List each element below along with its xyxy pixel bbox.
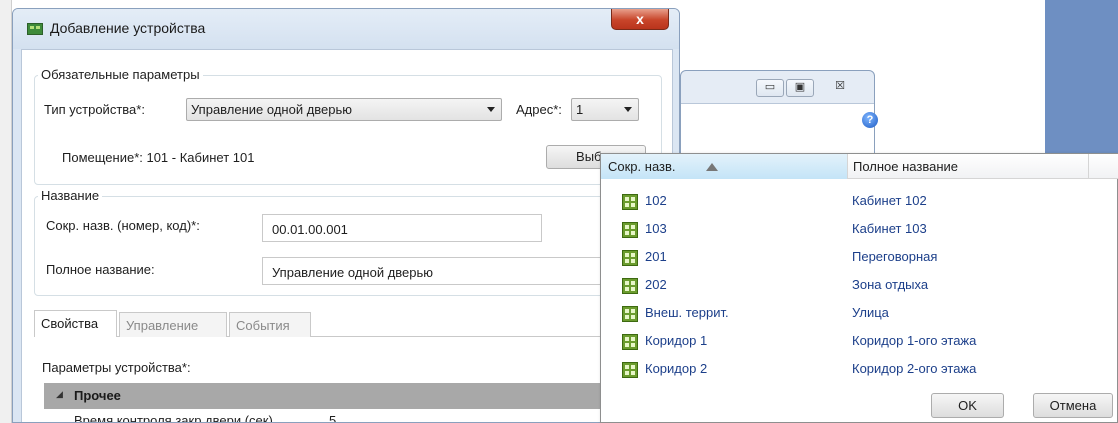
- table-row[interactable]: Внеш. террит. Улица: [601, 300, 1118, 328]
- tab-properties[interactable]: Свойства: [34, 310, 117, 337]
- column-header-full[interactable]: Полное название: [849, 154, 1089, 179]
- room-full-name: Улица: [852, 305, 889, 320]
- device-type-label: Тип устройства*:: [44, 102, 145, 117]
- table-row[interactable]: 102 Кабинет 102: [601, 188, 1118, 216]
- room-icon: [622, 334, 638, 350]
- address-label: Адрес*:: [516, 102, 562, 117]
- column-header-full-label: Полное название: [853, 159, 959, 174]
- column-header-short-label: Сокр. назв.: [608, 159, 676, 174]
- background-window-edge: [0, 0, 12, 423]
- room-full-name: Коридор 2-ого этажа: [852, 361, 977, 376]
- room-short-name: 102: [645, 193, 667, 208]
- room-short-name: Коридор 2: [645, 361, 708, 376]
- room-icon: [622, 278, 638, 294]
- close-icon: ☒: [835, 80, 845, 92]
- device-params-label: Параметры устройства*:: [42, 360, 191, 375]
- address-value: 1: [576, 102, 584, 117]
- device-type-value: Управление одной дверью: [191, 102, 353, 117]
- name-legend: Название: [38, 188, 103, 203]
- room-icon: [622, 250, 638, 266]
- room-icon: [622, 194, 638, 210]
- close-button[interactable]: ☒: [826, 79, 854, 97]
- room-icon: [622, 222, 638, 238]
- full-name-label: Полное название:: [46, 262, 155, 277]
- table-row[interactable]: 103 Кабинет 103: [601, 216, 1118, 244]
- dialog-client-area: Обязательные параметры Тип устройства*: …: [21, 49, 673, 423]
- room-full-name: Коридор 1-ого этажа: [852, 333, 977, 348]
- collapse-arrow-icon: ◢: [56, 389, 63, 399]
- address-select[interactable]: 1: [571, 98, 639, 121]
- cancel-button[interactable]: Отмена: [1033, 393, 1113, 418]
- room-full-name: Кабинет 103: [852, 221, 927, 236]
- ok-button[interactable]: OK: [931, 393, 1004, 418]
- secondary-window: ▭ ▣ ☒ ?: [680, 70, 878, 161]
- property-name: Время контроля закр.двери (сек): [74, 413, 273, 423]
- minimize-button[interactable]: ▭: [756, 79, 784, 97]
- table-row[interactable]: 201 Переговорная: [601, 244, 1118, 272]
- full-name-input[interactable]: Управление одной дверью: [262, 257, 642, 285]
- category-label: Прочее: [74, 388, 121, 403]
- property-value[interactable]: 5: [329, 413, 336, 422]
- dialog-title: Добавление устройства: [50, 20, 206, 36]
- add-device-dialog: Добавление устройства x Обязательные пар…: [12, 8, 680, 423]
- table-row[interactable]: Коридор 1 Коридор 1-ого этажа: [601, 328, 1118, 356]
- tab-events[interactable]: События: [229, 312, 311, 337]
- required-params-legend: Обязательные параметры: [38, 67, 203, 82]
- close-icon: x: [636, 11, 644, 27]
- sort-ascending-icon: [706, 163, 718, 171]
- chevron-down-icon: [624, 107, 632, 112]
- title-bar[interactable]: Добавление устройства x: [13, 9, 679, 49]
- dialog-close-button[interactable]: x: [611, 9, 669, 30]
- device-icon: [27, 23, 43, 35]
- table-row[interactable]: Коридор 2 Коридор 2-ого этажа: [601, 356, 1118, 384]
- room-full-name: Зона отдыха: [852, 277, 929, 292]
- room-short-name: Коридор 1: [645, 333, 708, 348]
- help-icon[interactable]: ?: [862, 112, 878, 128]
- room-full-name: Кабинет 102: [852, 193, 927, 208]
- room-short-name: 201: [645, 249, 667, 264]
- short-name-input[interactable]: 00.01.00.001: [262, 214, 542, 242]
- property-row[interactable]: Время контроля закр.двери (сек) 5: [44, 409, 649, 423]
- category-header[interactable]: ◢ Прочее: [44, 383, 649, 409]
- maximize-icon: ▣: [794, 81, 806, 93]
- maximize-button[interactable]: ▣: [786, 79, 814, 97]
- device-type-select[interactable]: Управление одной дверью: [186, 98, 502, 121]
- room-short-name: Внеш. террит.: [645, 305, 729, 320]
- room-icon: [622, 362, 638, 378]
- room-label: Помещение*: 101 - Кабинет 101: [62, 150, 255, 165]
- grid-header: Сокр. назв. Полное название: [601, 154, 1118, 179]
- short-name-value: 00.01.00.001: [272, 222, 348, 237]
- chevron-down-icon: [487, 107, 495, 112]
- table-row[interactable]: 202 Зона отдыха: [601, 272, 1118, 300]
- minimize-icon: ▭: [764, 81, 776, 93]
- column-header-short[interactable]: Сокр. назв.: [601, 154, 848, 179]
- room-short-name: 103: [645, 221, 667, 236]
- room-picker-popup: Сокр. назв. Полное название 102 Кабинет …: [600, 153, 1118, 423]
- room-icon: [622, 306, 638, 322]
- room-short-name: 202: [645, 277, 667, 292]
- room-full-name: Переговорная: [852, 249, 938, 264]
- tab-control[interactable]: Управление: [119, 312, 227, 337]
- short-name-label: Сокр. назв. (номер, код)*:: [46, 218, 200, 233]
- full-name-value: Управление одной дверью: [272, 265, 434, 280]
